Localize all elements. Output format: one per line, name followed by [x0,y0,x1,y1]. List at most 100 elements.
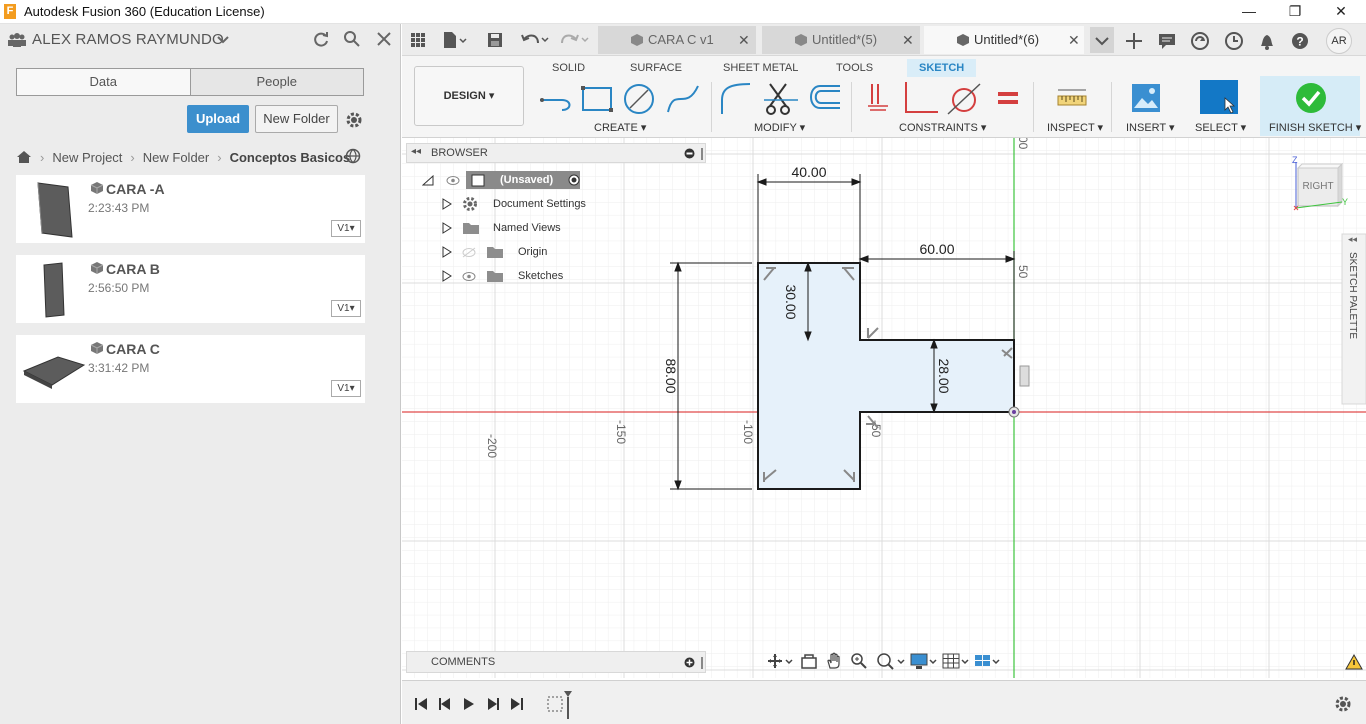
close-tab-icon[interactable]: ✕ [902,26,914,54]
maximize-button[interactable]: ❐ [1272,0,1318,24]
job-status-icon[interactable] [1157,31,1177,51]
chevron-down-icon[interactable] [217,35,229,45]
tree-item-origin[interactable]: Origin [418,242,618,262]
tab-cara-c[interactable]: CARA C v1 ✕ [598,26,756,54]
viewports-icon[interactable] [974,652,1002,670]
new-tab-icon[interactable] [1124,31,1144,51]
undo-icon[interactable] [520,31,550,49]
collapse-browser-icon[interactable]: ◂◂ [411,146,421,157]
go-to-start-icon[interactable] [414,697,428,711]
tab-data[interactable]: Data [17,69,191,95]
file-card-cara-b[interactable]: CARA B 2:56:50 PM V1▾ [16,255,365,323]
expand-triangle-icon[interactable] [442,270,452,282]
apps-grid-icon[interactable] [410,32,426,48]
expand-triangle-icon[interactable] [442,246,452,258]
tab-untitled-5[interactable]: Untitled*(5) ✕ [762,26,920,54]
tree-item-document-settings[interactable]: Document Settings [418,194,618,214]
panel-grip[interactable] [701,148,703,160]
search-icon[interactable] [343,30,361,48]
dimension-height-28[interactable]: 28.00 [936,358,952,393]
save-icon[interactable] [486,31,504,49]
comments-panel[interactable]: COMMENTS [406,651,706,673]
equal-constraint-icon[interactable] [996,86,1020,110]
play-icon[interactable] [462,697,476,711]
close-tab-icon[interactable]: ✕ [1068,26,1080,54]
sketch-feature-icon[interactable] [546,689,576,721]
step-back-icon[interactable] [438,697,452,711]
offset-tool-icon[interactable] [806,80,842,116]
tab-overflow-button[interactable] [1090,27,1114,53]
tab-surface[interactable]: SURFACE [630,59,682,77]
version-dropdown[interactable]: V1▾ [331,300,361,317]
constraints-menu[interactable]: CONSTRAINTS ▾ [899,121,986,134]
dimension-height-88[interactable]: 88.00 [663,358,679,393]
extensions-icon[interactable] [1190,31,1210,51]
orbit-icon[interactable] [766,653,794,669]
tab-people[interactable]: People [190,69,363,95]
select-tool-button[interactable] [1200,80,1238,114]
breadcrumb-new-folder[interactable]: New Folder [143,150,209,165]
version-dropdown[interactable]: V1▾ [331,380,361,397]
avatar[interactable]: AR [1326,28,1352,54]
tangent-constraint-icon[interactable] [946,80,982,116]
close-panel-icon[interactable] [376,31,392,47]
tab-solid[interactable]: SOLID [552,59,585,77]
modify-menu[interactable]: MODIFY ▾ [754,121,805,134]
timeline-settings-gear-icon[interactable] [1334,695,1352,713]
minimize-button[interactable]: — [1226,0,1272,24]
dimension-height-30[interactable]: 30.00 [783,284,799,319]
tree-item-named-views[interactable]: Named Views [418,218,618,238]
coincident-constraint-icon[interactable] [866,82,890,114]
step-forward-icon[interactable] [486,697,500,711]
new-folder-button[interactable]: New Folder [255,105,338,133]
line-tool-icon[interactable] [538,82,574,116]
team-icon[interactable] [8,33,26,47]
file-menu-icon[interactable] [442,31,468,49]
eye-hidden-icon[interactable] [462,247,476,258]
eye-icon[interactable] [446,175,460,186]
dimension-width-60[interactable]: 60.00 [919,241,954,257]
go-to-end-icon[interactable] [510,697,524,711]
home-icon[interactable] [16,150,32,164]
refresh-icon[interactable] [312,30,330,48]
panel-grip[interactable] [701,657,703,669]
grid-settings-icon[interactable] [942,652,972,670]
collapse-triangle-icon[interactable] [422,175,434,186]
select-menu[interactable]: SELECT ▾ [1195,121,1246,134]
tree-root[interactable]: (Unsaved) [418,170,618,190]
spline-tool-icon[interactable] [666,82,700,116]
display-settings-icon[interactable] [910,652,940,670]
breadcrumb-new-project[interactable]: New Project [52,150,122,165]
tab-sketch[interactable]: SKETCH [907,59,977,77]
expand-triangle-icon[interactable] [442,198,452,210]
clock-icon[interactable] [1224,31,1244,51]
look-at-icon[interactable] [800,652,818,670]
workspace-dropdown[interactable]: DESIGN ▾ [414,66,524,126]
tree-item-sketches[interactable]: Sketches [418,266,618,286]
rectangle-tool-icon[interactable] [580,82,614,116]
upload-button[interactable]: Upload [187,105,249,133]
help-icon[interactable]: ? [1290,31,1310,51]
fit-zoom-icon[interactable] [876,652,908,670]
dimension-width-40[interactable]: 40.00 [791,164,826,180]
insert-image-icon[interactable] [1130,82,1162,114]
gear-icon[interactable] [345,111,363,129]
close-window-button[interactable]: ✕ [1318,0,1364,24]
pan-hand-icon[interactable] [825,652,843,670]
tab-sheet-metal[interactable]: SHEET METAL [723,59,798,77]
version-dropdown[interactable]: V1▾ [331,220,361,237]
inspect-menu[interactable]: INSPECT ▾ [1047,121,1103,134]
measure-tool-icon[interactable] [1056,84,1088,112]
activate-radio-icon[interactable] [568,174,580,186]
file-card-cara-c[interactable]: CARA C 3:31:42 PM V1▾ [16,335,365,403]
tab-untitled-6[interactable]: Untitled*(6) ✕ [924,26,1084,54]
globe-icon[interactable] [345,148,361,164]
eye-icon[interactable] [462,271,476,282]
add-comment-icon[interactable] [684,657,695,668]
zoom-icon[interactable] [850,652,868,670]
trim-tool-icon[interactable] [764,80,800,116]
insert-menu[interactable]: INSERT ▾ [1126,121,1175,134]
file-card-cara-a[interactable]: CARA -A 2:23:43 PM V1▾ [16,175,365,243]
tab-tools[interactable]: TOOLS [836,59,873,77]
create-menu[interactable]: CREATE ▾ [594,121,646,134]
